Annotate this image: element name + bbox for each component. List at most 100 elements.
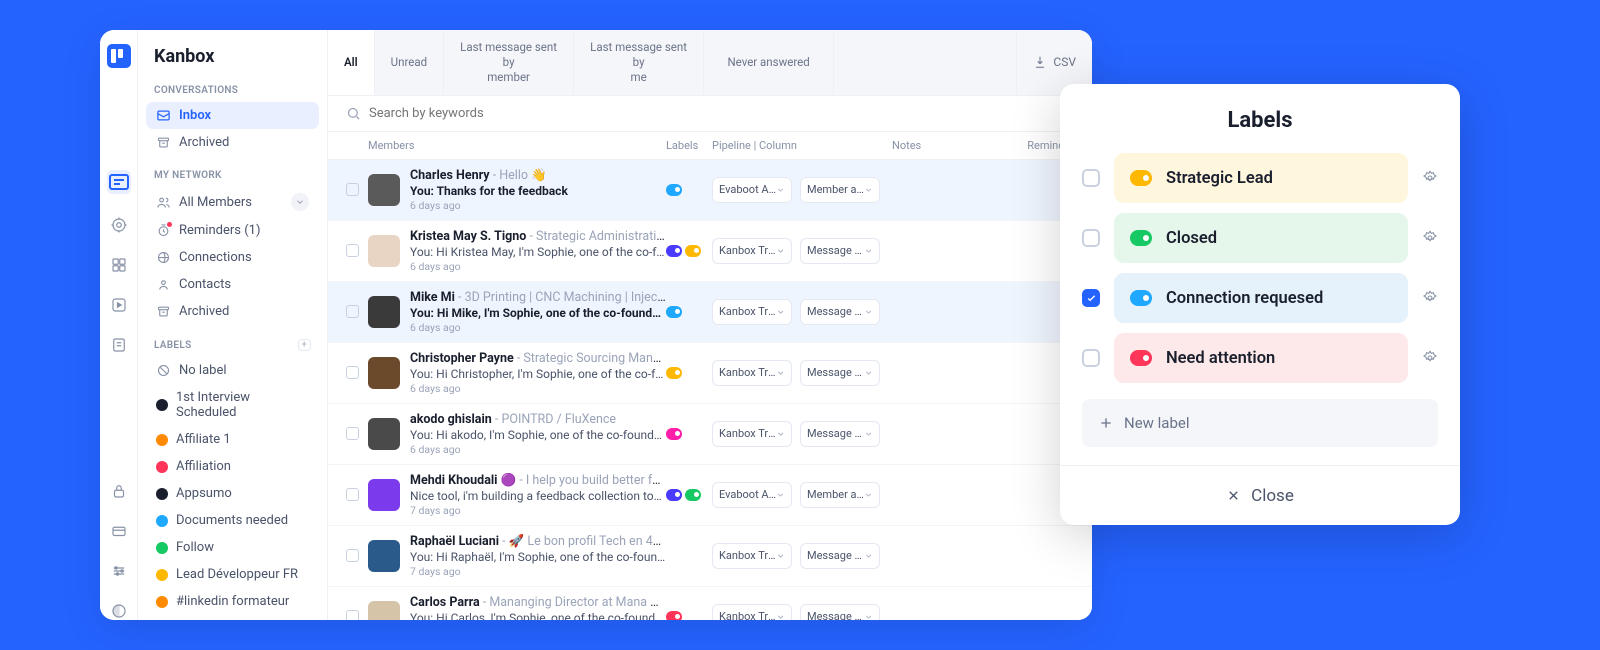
archive-icon: [156, 135, 171, 150]
column-select[interactable]: Message s...: [800, 238, 880, 264]
label-dot: [156, 399, 168, 411]
message-preview: You: Hi akodo, I'm Sophie, one of the co…: [410, 428, 666, 442]
rail-theme-icon[interactable]: [110, 602, 128, 620]
pipeline-select[interactable]: Evaboot Alt...: [712, 177, 792, 203]
modal-close-button[interactable]: Close: [1060, 465, 1460, 525]
row-checkbox[interactable]: [346, 610, 359, 620]
pipeline-select[interactable]: Kanbox Tri...: [712, 360, 792, 386]
rail-card-icon[interactable]: [110, 522, 128, 540]
label-card[interactable]: Need attention: [1114, 333, 1408, 383]
nav-connections[interactable]: Connections: [146, 244, 319, 271]
col-labels: Labels: [666, 139, 712, 152]
conversation-row[interactable]: Mehdi Khoudali 🟣 - I help you build bett…: [328, 465, 1092, 526]
nav-inbox[interactable]: Inbox: [146, 102, 319, 129]
rail-target-icon[interactable]: [110, 216, 128, 234]
pipeline-select[interactable]: Kanbox Tri...: [712, 604, 792, 620]
rail-settings-icon[interactable]: [110, 562, 128, 580]
tab-last-message-sent-by-member[interactable]: Last message sent bymember: [444, 30, 574, 95]
rail-messages-icon[interactable]: [107, 170, 131, 194]
label-card[interactable]: Connection requesed: [1114, 273, 1408, 323]
column-select[interactable]: Message s...: [800, 299, 880, 325]
new-label-button[interactable]: New label: [1082, 399, 1438, 447]
column-select[interactable]: Message s...: [800, 421, 880, 447]
row-checkbox[interactable]: [346, 488, 359, 501]
message-time: 7 days ago: [410, 504, 666, 517]
label-settings-icon[interactable]: [1422, 290, 1438, 306]
label-checkbox[interactable]: [1082, 229, 1100, 247]
conversation-row[interactable]: Raphaël Luciani - 🚀 Le bon profil Tech e…: [328, 526, 1092, 587]
row-checkbox[interactable]: [346, 305, 359, 318]
nav-reminders[interactable]: Reminders (1): [146, 217, 319, 244]
pipeline-select[interactable]: Evaboot Alt...: [712, 482, 792, 508]
conversation-row[interactable]: Mike Mi - 3D Printing | CNC Machining | …: [328, 282, 1092, 343]
label-name: Affiliate 1: [176, 432, 231, 447]
label-nav-item[interactable]: #linkedin formateur: [146, 588, 319, 615]
label-nav-item[interactable]: Follow: [146, 534, 319, 561]
search-input[interactable]: [369, 106, 1074, 121]
label-settings-icon[interactable]: [1422, 350, 1438, 366]
member-name: Christopher Payne: [410, 351, 514, 366]
rail-grid-icon[interactable]: [110, 256, 128, 274]
label-nav-item[interactable]: Lead Développeur FR: [146, 561, 319, 588]
labels-modal: Labels Strategic LeadClosedConnection re…: [1060, 84, 1460, 525]
rail-lock-icon[interactable]: [110, 482, 128, 500]
row-checkbox[interactable]: [346, 549, 359, 562]
pipeline-select[interactable]: Kanbox Tri...: [712, 238, 792, 264]
label-nav-item[interactable]: Documents needed: [146, 507, 319, 534]
conversation-row[interactable]: Kristea May S. Tigno - Strategic Adminis…: [328, 221, 1092, 282]
column-select[interactable]: Member an...: [800, 177, 880, 203]
conversation-row[interactable]: akodo ghislain - POINTRD / FluXenceYou: …: [328, 404, 1092, 465]
label-nav-item[interactable]: Affiliate 1: [146, 426, 319, 453]
nav-all-members[interactable]: All Members: [146, 187, 319, 217]
label-card-name: Connection requesed: [1166, 289, 1323, 308]
search-icon: [346, 106, 361, 121]
label-checkbox[interactable]: [1082, 289, 1100, 307]
label-settings-icon[interactable]: [1422, 170, 1438, 186]
label-settings-icon[interactable]: [1422, 230, 1438, 246]
rail-doc-icon[interactable]: [110, 336, 128, 354]
conversation-row[interactable]: Carlos Parra - Mananging Director at Man…: [328, 587, 1092, 620]
column-select[interactable]: Message s...: [800, 543, 880, 569]
pipeline-select[interactable]: Kanbox Tri...: [712, 421, 792, 447]
label-nav-item[interactable]: Appsumo: [146, 480, 319, 507]
rail-play-icon[interactable]: [110, 296, 128, 314]
member-subtitle: - 3D Printing | CNC Machining | Injectio…: [455, 290, 666, 305]
label-pill: [685, 245, 701, 257]
row-checkbox[interactable]: [346, 183, 359, 196]
label-card[interactable]: Closed: [1114, 213, 1408, 263]
nav-contacts[interactable]: Contacts: [146, 271, 319, 298]
column-select[interactable]: Member an...: [800, 482, 880, 508]
row-checkbox[interactable]: [346, 244, 359, 257]
new-label-text: New label: [1124, 414, 1189, 432]
tab-unread[interactable]: Unread: [375, 30, 444, 95]
tab-last-message-sent-by-me[interactable]: Last message sent byme: [574, 30, 704, 95]
pipeline-select[interactable]: Kanbox Tri...: [712, 299, 792, 325]
label-checkbox[interactable]: [1082, 349, 1100, 367]
row-checkbox[interactable]: [346, 366, 359, 379]
label-card[interactable]: Strategic Lead: [1114, 153, 1408, 203]
nav-archived-2[interactable]: Archived: [146, 298, 319, 325]
nav-archived[interactable]: Archived: [146, 129, 319, 156]
label-nav-item[interactable]: Affiliation: [146, 453, 319, 480]
main-panel: AllUnreadLast message sent bymemberLast …: [328, 30, 1092, 620]
message-preview: You: Hi Raphaël, I'm Sophie, one of the …: [410, 550, 666, 564]
label-pill: [666, 184, 682, 196]
tab-all[interactable]: All: [328, 30, 375, 95]
add-label-icon[interactable]: +: [298, 339, 311, 351]
pipeline-select[interactable]: Kanbox Tri...: [712, 543, 792, 569]
tab-bar: AllUnreadLast message sent bymemberLast …: [328, 30, 1092, 96]
label-checkbox[interactable]: [1082, 169, 1100, 187]
tab-never-answered[interactable]: Never answered: [704, 30, 834, 95]
nav-all-members-label: All Members: [179, 195, 252, 210]
row-checkbox[interactable]: [346, 427, 359, 440]
avatar: [368, 174, 400, 206]
column-select[interactable]: Message s...: [800, 604, 880, 620]
conversation-row[interactable]: Christopher Payne - Strategic Sourcing M…: [328, 343, 1092, 404]
column-select[interactable]: Message s...: [800, 360, 880, 386]
label-nav-item[interactable]: 1st Interview Scheduled: [146, 384, 319, 426]
avatar: [368, 296, 400, 328]
label-nav-item[interactable]: No label: [146, 357, 319, 384]
user-icon: [156, 277, 171, 292]
plus-icon: [1098, 415, 1114, 431]
conversation-row[interactable]: Charles Henry - Hello 👋You: Thanks for t…: [328, 160, 1092, 221]
